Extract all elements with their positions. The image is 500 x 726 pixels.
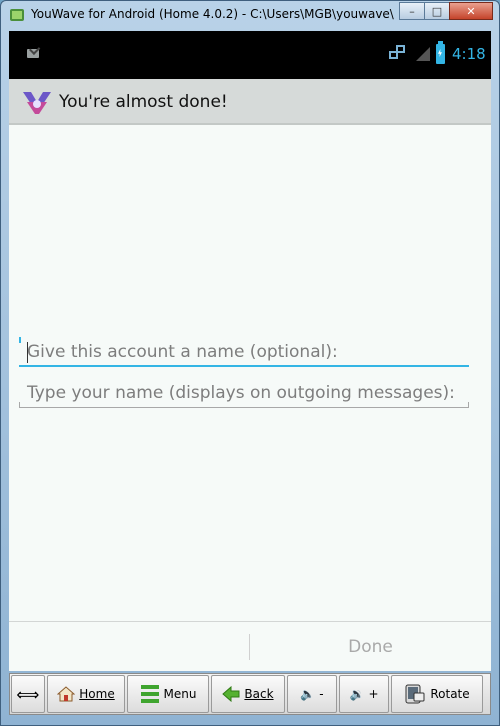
email-app-logo-icon bbox=[23, 92, 51, 114]
your-name-placeholder: Type your name (displays on outgoing mes… bbox=[27, 383, 455, 403]
your-name-input[interactable]: Type your name (displays on outgoing mes… bbox=[19, 380, 469, 408]
close-icon[interactable]: ✕ bbox=[449, 2, 493, 20]
status-bar: 4:18 bbox=[9, 31, 491, 79]
emulator-window: YouWave for Android (Home 4.0.2) - C:\Us… bbox=[0, 0, 500, 726]
back-button[interactable]: Back bbox=[211, 675, 285, 713]
rotate-button[interactable]: Rotate bbox=[391, 675, 483, 713]
volume-up-label: + bbox=[368, 687, 379, 701]
account-name-placeholder: Give this account a name (optional): bbox=[27, 342, 338, 362]
speaker-icon: 🔉 bbox=[349, 687, 365, 701]
back-arrow-icon bbox=[222, 686, 240, 702]
network-icon bbox=[389, 45, 407, 63]
minimize-icon[interactable]: – bbox=[399, 2, 425, 20]
action-bar: You're almost done! bbox=[9, 79, 491, 125]
menu-label: Menu bbox=[163, 687, 197, 701]
menu-button[interactable]: Menu bbox=[127, 675, 209, 713]
battery-charging-icon bbox=[436, 41, 445, 64]
signal-icon bbox=[416, 47, 430, 61]
maximize-icon[interactable]: □ bbox=[424, 2, 450, 20]
android-screen: 4:18 You're almost done! Give this accou… bbox=[9, 31, 491, 671]
back-label: Back bbox=[244, 687, 274, 701]
home-icon bbox=[57, 686, 76, 702]
page-title: You're almost done! bbox=[59, 92, 228, 112]
account-name-input[interactable]: Give this account a name (optional): bbox=[19, 337, 469, 367]
done-button[interactable]: Done bbox=[250, 622, 491, 671]
rotate-device-icon bbox=[405, 684, 425, 704]
home-button[interactable]: Home bbox=[47, 675, 125, 713]
volume-down-button[interactable]: 🔈 - bbox=[287, 675, 337, 713]
home-label: Home bbox=[79, 687, 115, 701]
youwave-app-icon bbox=[10, 9, 24, 21]
resize-arrows-button[interactable]: ⟺ bbox=[11, 675, 45, 713]
bottom-button-bar: Done bbox=[9, 621, 491, 671]
text-cursor bbox=[27, 342, 28, 363]
speaker-icon: 🔈 bbox=[300, 687, 316, 701]
rotate-label: Rotate bbox=[430, 687, 470, 701]
volume-up-button[interactable]: 🔉 + bbox=[339, 675, 389, 713]
volume-down-label: - bbox=[319, 687, 324, 701]
window-title: YouWave for Android (Home 4.0.2) - C:\Us… bbox=[31, 7, 394, 21]
status-clock: 4:18 bbox=[452, 45, 486, 63]
mail-icon bbox=[27, 49, 39, 58]
emulator-toolbar: ⟺ Home Menu Back 🔈 - 🔉 + Rotate bbox=[9, 673, 491, 715]
window-controls: – □ ✕ bbox=[399, 2, 493, 20]
resize-arrows-icon: ⟺ bbox=[16, 684, 40, 704]
window-titlebar[interactable]: YouWave for Android (Home 4.0.2) - C:\Us… bbox=[1, 1, 499, 29]
menu-icon bbox=[140, 685, 159, 703]
bottom-left-slot bbox=[9, 622, 249, 671]
